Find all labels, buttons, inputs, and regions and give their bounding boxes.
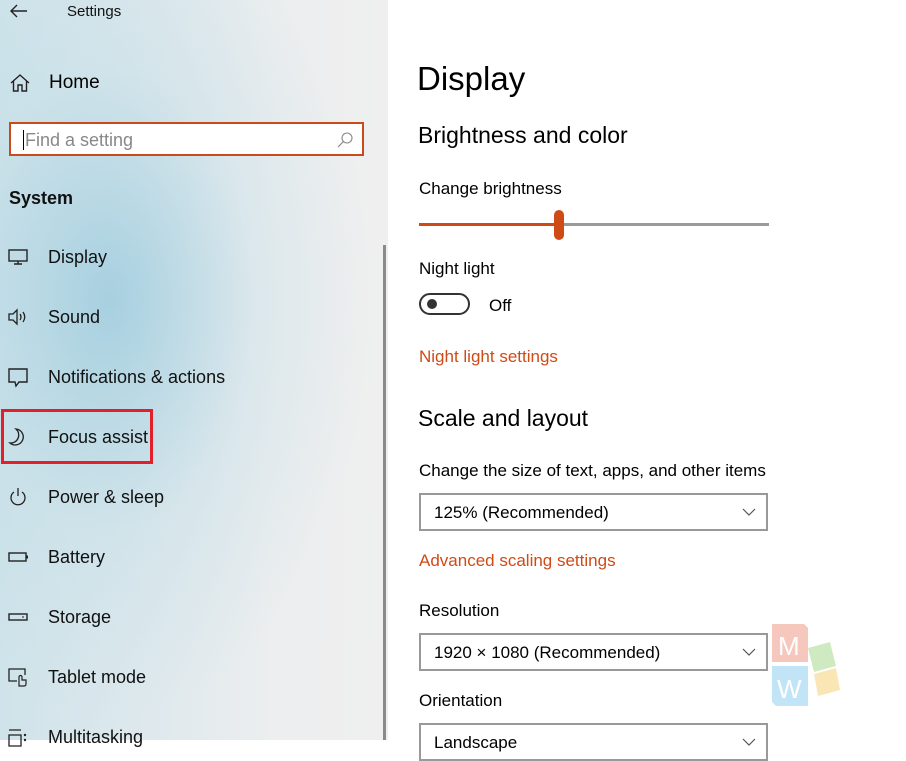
app-title: Settings: [67, 3, 122, 20]
sidebar-item-label: Tablet mode: [48, 666, 147, 687]
sidebar-item-label: Multitasking: [48, 726, 144, 747]
text-caret: [23, 130, 24, 150]
watermark-letter-m: M: [778, 631, 800, 661]
sidebar-item-battery[interactable]: Battery: [0, 537, 380, 577]
search-input[interactable]: [25, 129, 325, 151]
resolution-dropdown[interactable]: 1920 × 1080 (Recommended): [419, 633, 768, 671]
orientation-label: Orientation: [419, 691, 503, 710]
night-light-state: Off: [489, 296, 512, 315]
sidebar-item-tablet-mode[interactable]: Tablet mode: [0, 657, 380, 697]
brightness-label: Change brightness: [419, 179, 562, 198]
resolution-label: Resolution: [419, 601, 500, 620]
battery-icon: [8, 552, 28, 562]
night-light-label: Night light: [419, 259, 495, 278]
sidebar-item-notifications[interactable]: Notifications & actions: [0, 357, 380, 397]
advanced-scaling-link[interactable]: Advanced scaling settings: [419, 551, 616, 571]
sidebar-item-power-sleep[interactable]: Power & sleep: [0, 477, 380, 517]
sidebar-scrollbar[interactable]: [383, 245, 386, 740]
orientation-dropdown[interactable]: Landscape: [419, 723, 768, 761]
sidebar-item-label: Power & sleep: [48, 486, 165, 507]
tablet-mode-icon: [8, 668, 27, 687]
search-icon[interactable]: [336, 131, 354, 149]
sidebar-item-label: Sound: [48, 306, 101, 327]
sidebar-item-label: Notifications & actions: [48, 366, 226, 387]
night-light-toggle[interactable]: [419, 293, 470, 315]
watermark-letter-w: W: [777, 674, 802, 704]
section-heading-brightness: Brightness and color: [418, 122, 628, 148]
watermark-logo: M W: [772, 624, 840, 706]
scale-dropdown[interactable]: 125% (Recommended): [419, 493, 768, 531]
chevron-down-icon: [742, 508, 756, 516]
highlight-box: [1, 409, 153, 464]
chevron-down-icon: [742, 648, 756, 656]
night-light-settings-link[interactable]: Night light settings: [419, 347, 558, 367]
power-icon: [10, 488, 26, 506]
speaker-icon: [8, 308, 26, 326]
page-title: Display: [417, 60, 526, 97]
storage-icon: [8, 613, 28, 621]
sidebar-item-label: Storage: [48, 606, 112, 627]
title-bar: Settings: [0, 0, 388, 26]
size-label: Change the size of text, apps, and other…: [419, 461, 766, 480]
slider-thumb[interactable]: [554, 210, 564, 240]
sidebar-item-sound[interactable]: Sound: [0, 297, 380, 337]
section-heading-scale: Scale and layout: [418, 405, 589, 431]
multitasking-icon: [8, 729, 27, 747]
sidebar-item-home[interactable]: Home: [9, 68, 100, 98]
chevron-down-icon: [742, 738, 756, 746]
back-arrow-icon[interactable]: [8, 1, 30, 21]
brightness-slider[interactable]: [419, 210, 769, 240]
sidebar-item-display[interactable]: Display: [0, 237, 380, 277]
sidebar-item-label: Display: [48, 246, 108, 267]
slider-fill: [419, 223, 559, 226]
toggle-knob: [427, 299, 437, 309]
scale-value: 125% (Recommended): [434, 503, 609, 522]
sidebar: Settings Home System Display Sound Notif…: [0, 0, 388, 747]
section-heading-system: System: [9, 188, 74, 208]
search-box[interactable]: [9, 122, 364, 156]
sidebar-item-storage[interactable]: Storage: [0, 597, 380, 637]
monitor-icon: [8, 249, 28, 265]
resolution-value: 1920 × 1080 (Recommended): [434, 643, 661, 662]
orientation-value: Landscape: [434, 733, 518, 752]
home-label: Home: [49, 72, 100, 93]
sidebar-item-multitasking[interactable]: Multitasking: [0, 717, 380, 757]
home-icon: [10, 74, 30, 92]
notification-icon: [8, 368, 28, 388]
sidebar-item-label: Battery: [48, 546, 106, 567]
